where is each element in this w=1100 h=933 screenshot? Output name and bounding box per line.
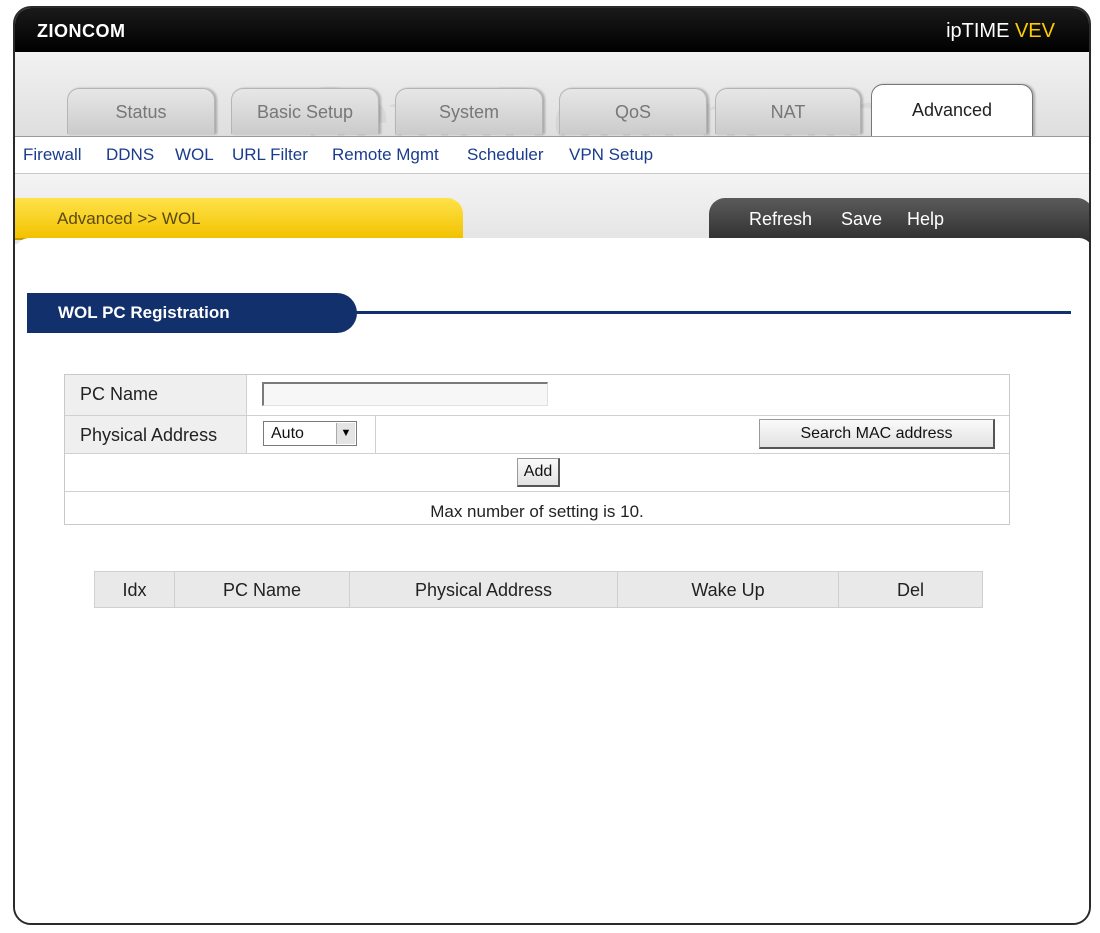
max-setting-note: Max number of setting is 10. — [430, 502, 644, 521]
column-del: Del — [896, 580, 924, 600]
subnav-wol[interactable]: WOL — [175, 145, 214, 165]
pc-name-label: PC Name — [65, 375, 247, 415]
column-idx: Idx — [95, 572, 175, 607]
cell-divider — [375, 416, 376, 453]
breadcrumb: Advanced >> WOL — [15, 198, 463, 240]
column-physical-address: Physical Address — [350, 572, 618, 607]
physical-address-label: Physical Address — [65, 416, 247, 453]
subnav-firewall[interactable]: Firewall — [23, 145, 82, 165]
add-row: Add — [65, 454, 1009, 492]
product-name: ipTIME VEV — [946, 20, 1055, 43]
add-button[interactable]: Add — [517, 458, 560, 487]
tab-status[interactable]: Status — [67, 88, 215, 134]
wol-registration-form: PC Name Physical Address Auto ▼ Search M… — [64, 374, 1010, 525]
tab-advanced[interactable]: Advanced — [871, 84, 1033, 136]
tab-system[interactable]: System — [395, 88, 543, 134]
column-wake-up: Wake Up — [618, 572, 839, 607]
subnav-url-filter[interactable]: URL Filter — [232, 145, 308, 165]
section-title: WOL PC Registration — [58, 303, 230, 322]
main-tabs: SetupRouter.com Status Basic Setup Syste… — [15, 52, 1089, 161]
tab-qos[interactable]: QoS — [559, 88, 707, 134]
physical-address-row: Physical Address Auto ▼ Search MAC addre… — [65, 416, 1009, 454]
top-bar: ZIONCOM ipTIME VEV — [15, 8, 1089, 52]
router-admin-window: ZIONCOM ipTIME VEV SetupRouter.com Statu… — [13, 6, 1091, 925]
physical-address-selected: Auto — [271, 425, 304, 442]
column-pc-name: PC Name — [175, 572, 350, 607]
breadcrumb-text: Advanced >> WOL — [57, 209, 201, 228]
subnav-vpn-setup[interactable]: VPN Setup — [569, 145, 653, 165]
brand-logo: ZIONCOM — [37, 21, 126, 41]
product-prefix: ipTIME — [946, 20, 1010, 42]
tab-nat[interactable]: NAT — [715, 88, 861, 134]
search-mac-address-button[interactable]: Search MAC address — [759, 419, 995, 449]
section-divider — [355, 311, 1071, 314]
section-header: WOL PC Registration — [27, 293, 357, 333]
chevron-down-icon: ▼ — [336, 423, 355, 444]
subnav-remote-mgmt[interactable]: Remote Mgmt — [332, 145, 439, 165]
product-accent: VEV — [1014, 20, 1055, 42]
tab-basic-setup[interactable]: Basic Setup — [231, 88, 379, 134]
physical-address-select[interactable]: Auto ▼ — [263, 421, 357, 446]
save-button[interactable]: Save — [841, 209, 882, 230]
wol-table-header: Idx PC Name Physical Address Wake Up Del — [94, 571, 983, 608]
subnav-ddns[interactable]: DDNS — [106, 145, 154, 165]
pc-name-row: PC Name — [65, 375, 1009, 416]
subnav-scheduler[interactable]: Scheduler — [467, 145, 544, 165]
sub-navigation: Firewall DDNS WOL URL Filter Remote Mgmt… — [15, 136, 1089, 174]
help-button[interactable]: Help — [907, 209, 944, 230]
pc-name-input[interactable] — [262, 382, 548, 406]
refresh-button[interactable]: Refresh — [749, 209, 812, 230]
